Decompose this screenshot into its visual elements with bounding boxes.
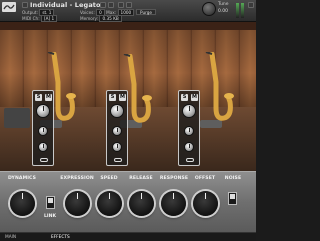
pan-knob[interactable] — [112, 126, 122, 136]
mixer-strip-3: S M — [178, 90, 200, 166]
link-toggle[interactable] — [46, 196, 55, 209]
response-knob[interactable] — [161, 191, 186, 216]
pan-knob[interactable] — [38, 126, 48, 136]
collapse-arrow-icon[interactable] — [22, 2, 28, 8]
offset-label: OFFSET — [194, 176, 216, 181]
prev-arrow-icon[interactable] — [100, 2, 106, 8]
release-knob[interactable] — [129, 191, 154, 216]
speed-knob[interactable] — [97, 191, 122, 216]
midi-channel-select[interactable]: [A] 1 — [40, 15, 58, 22]
ceiling-beam — [0, 22, 256, 30]
instrument-name: Individual - Legato — [30, 1, 101, 9]
link-icon[interactable] — [40, 158, 48, 162]
next-arrow-icon[interactable] — [108, 2, 114, 8]
width-knob[interactable] — [184, 142, 194, 152]
stage-artwork: S M S M S M — [0, 22, 256, 171]
dynamics-label: DYNAMICS — [7, 176, 37, 181]
solo-button[interactable]: S — [181, 94, 188, 101]
tab-effects[interactable]: EFFECTS — [48, 234, 73, 241]
pan-knob[interactable] — [184, 126, 194, 136]
response-label: RESPONSE — [159, 176, 189, 181]
info-icon[interactable] — [126, 2, 132, 8]
tune-knob[interactable] — [202, 2, 216, 16]
tune-value: 0.00 — [218, 9, 229, 14]
dynamics-knob[interactable] — [10, 191, 35, 216]
mute-button[interactable]: M — [191, 94, 198, 101]
speed-label: SPEED — [100, 176, 118, 181]
mixer-strip-1: S M — [32, 90, 54, 166]
expression-label: EXPRESSION — [60, 176, 94, 181]
expression-knob[interactable] — [65, 191, 90, 216]
width-knob[interactable] — [38, 142, 48, 152]
midi-row: MIDI Ch: [A] 1 — [22, 15, 58, 22]
link-icon[interactable] — [114, 158, 122, 162]
noise-label: NOISE — [224, 176, 242, 181]
memory-row: Memory: 0.35 KB — [80, 15, 122, 22]
mute-button[interactable]: M — [45, 94, 52, 101]
purge-button[interactable]: Purge — [136, 9, 156, 15]
instrument-header: Individual - Legato Output: st. 1 MIDI C… — [0, 0, 256, 22]
close-icon[interactable] — [248, 2, 254, 8]
solo-button[interactable]: S — [35, 94, 42, 101]
solo-button[interactable]: S — [109, 94, 116, 101]
volume-knob[interactable] — [182, 104, 196, 118]
footer-tabs: MAIN EFFECTS — [0, 232, 256, 241]
instrument-logo-icon — [2, 2, 16, 12]
link-icon[interactable] — [186, 158, 194, 162]
amp-left — [4, 108, 30, 128]
control-panel: DYNAMICS EXPRESSION SPEED RELEASE RESPON… — [0, 171, 256, 232]
mute-button[interactable]: M — [119, 94, 126, 101]
mixer-strip-2: S M — [106, 90, 128, 166]
memory-value: 0.35 KB — [99, 15, 122, 22]
level-meter-right — [241, 3, 244, 18]
offset-knob[interactable] — [193, 191, 218, 216]
width-knob[interactable] — [112, 142, 122, 152]
memory-label: Memory: — [80, 16, 99, 21]
tune-label: Tune — [218, 2, 229, 7]
noise-toggle[interactable] — [228, 192, 237, 205]
link-label: LINK — [44, 214, 57, 219]
volume-knob[interactable] — [36, 104, 50, 118]
saxophone-right-icon — [205, 52, 234, 121]
midi-label: MIDI Ch: — [22, 16, 40, 21]
camera-icon[interactable] — [118, 2, 124, 8]
volume-knob[interactable] — [110, 104, 124, 118]
release-label: RELEASE — [129, 176, 153, 181]
level-meter-left — [236, 3, 239, 18]
tab-main[interactable]: MAIN — [2, 234, 19, 241]
